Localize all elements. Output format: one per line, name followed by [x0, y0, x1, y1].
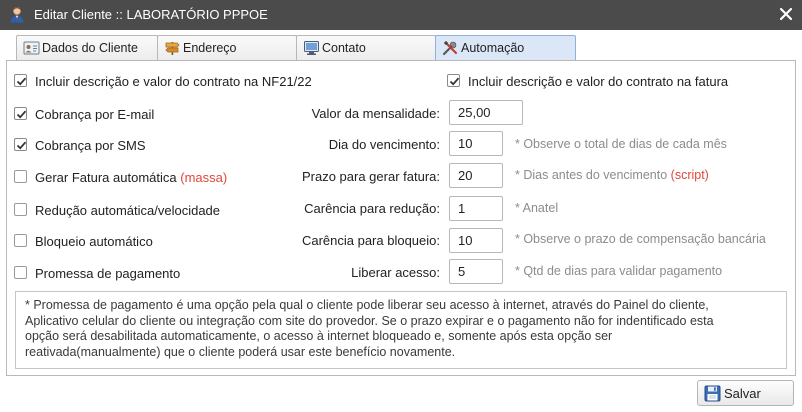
note-line: opção será desabilitada automaticamente,… [25, 329, 613, 344]
prazo-input[interactable] [449, 163, 503, 188]
window-title: Editar Cliente :: LABORATÓRIO PPPOE [34, 7, 268, 22]
tab-contato[interactable]: Contato [296, 35, 436, 60]
bloqueio-automatico-checkbox[interactable] [14, 234, 27, 247]
nf-description-label: Incluir descrição e valor do contrato na… [35, 74, 312, 89]
mensalidade-input[interactable] [449, 100, 523, 125]
vencimento-input[interactable] [449, 131, 503, 156]
tab-label: Contato [322, 41, 366, 55]
tab-label: Automação [461, 41, 525, 55]
tab-label: Dados do Cliente [42, 41, 138, 55]
floppy-disk-icon [704, 385, 721, 402]
title-bar: Editar Cliente :: LABORATÓRIO PPPOE [0, 0, 802, 30]
save-button[interactable]: Salvar [697, 380, 794, 406]
tools-icon [442, 40, 457, 56]
sms-billing-label: Cobrança por SMS [35, 138, 146, 153]
carencia-reducao-hint: * Anatel [515, 201, 559, 215]
mensalidade-label: Valor da mensalidade: [311, 106, 440, 121]
carencia-reducao-label: Carência para redução: [304, 201, 440, 216]
promessa-pagamento-label: Promessa de pagamento [35, 266, 181, 281]
fatura-description-label: Incluir descrição e valor do contrato na… [468, 74, 729, 89]
liberar-acesso-label: Liberar acesso: [351, 265, 440, 280]
note-line: reativada(manualmente) que o cliente pod… [25, 344, 456, 359]
fatura-automatica-checkbox[interactable] [14, 170, 27, 183]
fatura-description-checkbox[interactable] [447, 74, 460, 87]
massa-tag: (massa) [180, 170, 228, 185]
note-line: Aplicativo celular do cliente ou integra… [25, 313, 714, 328]
nf-description-checkbox[interactable] [14, 74, 27, 87]
client-card-icon [23, 41, 40, 55]
promessa-pagamento-checkbox[interactable] [14, 266, 27, 279]
user-icon [10, 7, 24, 23]
carencia-bloqueio-label: Carência para bloqueio: [301, 233, 440, 248]
reducao-automatica-checkbox[interactable] [14, 203, 27, 216]
prazo-label: Prazo para gerar fatura: [301, 169, 440, 184]
sms-billing-checkbox[interactable] [14, 138, 27, 151]
signpost-icon [165, 42, 180, 55]
carencia-reducao-input[interactable] [449, 196, 503, 221]
monitor-icon [304, 41, 319, 55]
email-billing-label: Cobrança por E-mail [35, 107, 155, 122]
bloqueio-automatico-label: Bloqueio automático [35, 234, 153, 249]
fatura-automatica-label: Gerar Fatura automática (massa) [35, 170, 228, 185]
script-tag: (script) [670, 168, 709, 182]
email-billing-checkbox[interactable] [14, 107, 27, 120]
close-icon[interactable] [779, 7, 793, 21]
note-line: * Promessa de pagamento é uma opção pela… [25, 298, 709, 312]
vencimento-hint: * Observe o total de dias de cada mês [515, 137, 727, 151]
tab-endereco[interactable]: Endereço [157, 35, 297, 60]
tab-automacao[interactable]: Automação [435, 35, 576, 61]
liberar-acesso-input[interactable] [449, 259, 503, 284]
tab-label: Endereço [183, 41, 237, 55]
promessa-info-note: * Promessa de pagamento é uma opção pela… [15, 291, 787, 369]
liberar-acesso-hint: * Qtd de dias para validar pagamento [515, 264, 723, 278]
save-button-label: Salvar [724, 386, 761, 401]
vencimento-label: Dia do vencimento: [328, 137, 440, 152]
carencia-bloqueio-input[interactable] [449, 228, 503, 253]
prazo-hint: * Dias antes do vencimento (script) [515, 168, 709, 182]
carencia-bloqueio-hint: * Observe o prazo de compensação bancári… [515, 232, 766, 246]
tab-dados-do-cliente[interactable]: Dados do Cliente [16, 35, 158, 60]
reducao-automatica-label: Redução automática/velocidade [35, 203, 221, 218]
